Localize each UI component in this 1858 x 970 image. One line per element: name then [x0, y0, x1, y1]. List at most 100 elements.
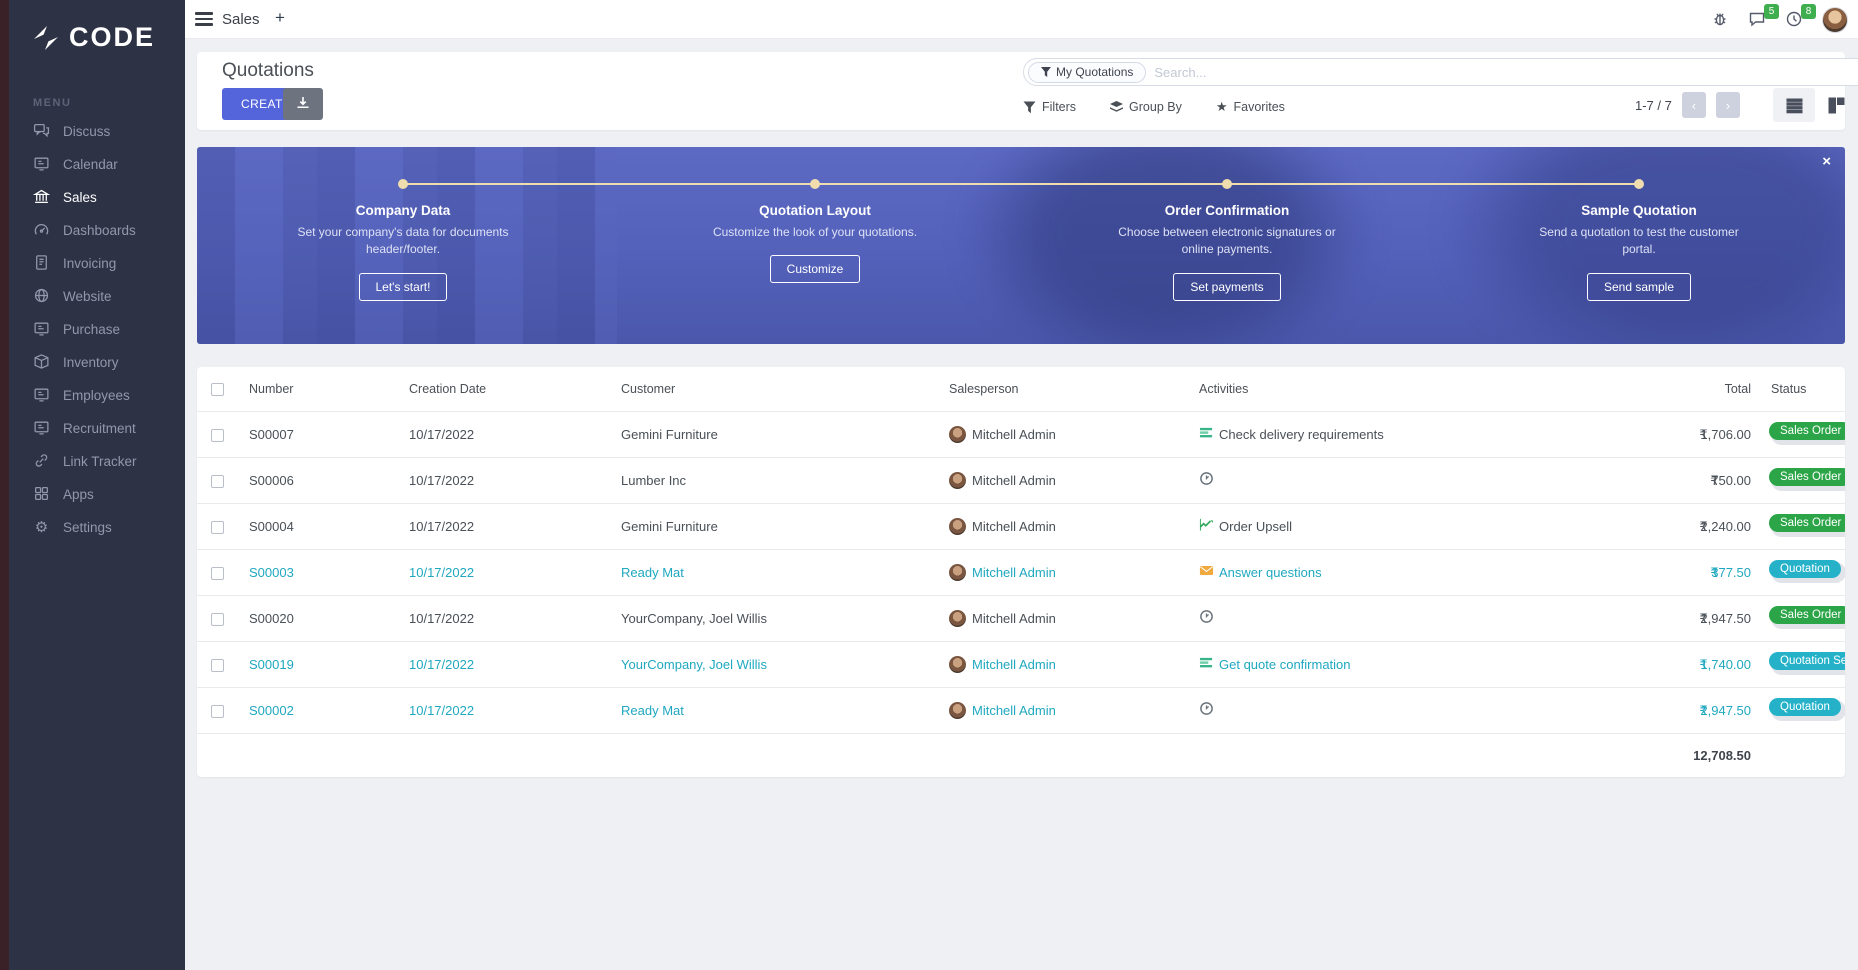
- table-row[interactable]: S00003 10/17/2022 Ready Mat Mitchell Adm…: [197, 549, 1845, 595]
- pager-next-button[interactable]: ›: [1716, 92, 1740, 118]
- cell-creation-date[interactable]: 10/17/2022: [397, 411, 609, 457]
- current-app-title[interactable]: Sales: [222, 11, 260, 28]
- new-tab-button[interactable]: +: [275, 8, 285, 28]
- sidebar-item-dashboards[interactable]: Dashboards: [9, 214, 185, 247]
- row-checkbox[interactable]: [211, 613, 224, 626]
- cell-creation-date[interactable]: 10/17/2022: [397, 687, 609, 733]
- row-checkbox[interactable]: [211, 659, 224, 672]
- column-header-salesperson[interactable]: Salesperson: [937, 367, 1187, 411]
- cell-total[interactable]: ₹377.50: [1537, 549, 1759, 595]
- list-view-button[interactable]: [1773, 88, 1815, 122]
- cell-salesperson[interactable]: Mitchell Admin: [937, 595, 1187, 641]
- table-row[interactable]: S00020 10/17/2022 YourCompany, Joel Will…: [197, 595, 1845, 641]
- search-facet-chip[interactable]: My Quotations: [1028, 62, 1146, 83]
- search-bar[interactable]: My Quotations Search... x: [1023, 58, 1858, 86]
- column-header-activities[interactable]: Activities: [1187, 367, 1537, 411]
- user-avatar[interactable]: [1822, 7, 1848, 33]
- cell-salesperson[interactable]: Mitchell Admin: [937, 457, 1187, 503]
- cell-activities[interactable]: [1187, 595, 1537, 641]
- row-checkbox[interactable]: [211, 429, 224, 442]
- table-row[interactable]: S00019 10/17/2022 YourCompany, Joel Will…: [197, 641, 1845, 687]
- sidebar-item-website[interactable]: Website: [9, 280, 185, 313]
- debug-bug-icon[interactable]: [1711, 10, 1731, 30]
- sidebar-item-inventory[interactable]: Inventory: [9, 346, 185, 379]
- groupby-button[interactable]: Group By: [1110, 100, 1182, 114]
- table-row[interactable]: S00002 10/17/2022 Ready Mat Mitchell Adm…: [197, 687, 1845, 733]
- cell-creation-date[interactable]: 10/17/2022: [397, 595, 609, 641]
- favorites-button[interactable]: ★ Favorites: [1216, 99, 1285, 115]
- cell-total[interactable]: ₹1,740.00: [1537, 641, 1759, 687]
- cell-total[interactable]: ₹750.00: [1537, 457, 1759, 503]
- activities-clock-icon[interactable]: 8: [1785, 10, 1805, 30]
- cell-total[interactable]: ₹2,240.00: [1537, 503, 1759, 549]
- step-action-button[interactable]: Send sample: [1587, 273, 1691, 301]
- cell-total[interactable]: ₹1,706.00: [1537, 411, 1759, 457]
- filters-button[interactable]: Filters: [1023, 100, 1076, 114]
- cell-customer[interactable]: YourCompany, Joel Willis: [609, 641, 937, 687]
- cell-activities[interactable]: Answer questions: [1187, 549, 1537, 595]
- select-all-checkbox[interactable]: [211, 383, 224, 396]
- menu-toggle-icon[interactable]: [195, 12, 213, 26]
- column-header-total[interactable]: Total: [1537, 367, 1759, 411]
- cell-number[interactable]: S00020: [237, 595, 397, 641]
- column-header-creation-date[interactable]: Creation Date: [397, 367, 609, 411]
- export-download-button[interactable]: [283, 88, 323, 120]
- cell-activities[interactable]: Order Upsell: [1187, 503, 1537, 549]
- sidebar-item-invoicing[interactable]: Invoicing: [9, 247, 185, 280]
- sidebar-item-sales[interactable]: Sales: [9, 181, 185, 214]
- step-action-button[interactable]: Customize: [770, 255, 861, 283]
- sidebar-item-link-tracker[interactable]: Link Tracker: [9, 445, 185, 478]
- cell-total[interactable]: ₹2,947.50: [1537, 687, 1759, 733]
- cell-creation-date[interactable]: 10/17/2022: [397, 503, 609, 549]
- pager-previous-button[interactable]: ‹: [1682, 92, 1706, 118]
- cell-customer[interactable]: Gemini Furniture: [609, 411, 937, 457]
- table-row[interactable]: S00007 10/17/2022 Gemini Furniture Mitch…: [197, 411, 1845, 457]
- cell-customer[interactable]: Gemini Furniture: [609, 503, 937, 549]
- cell-total[interactable]: ₹2,947.50: [1537, 595, 1759, 641]
- cell-customer[interactable]: Ready Mat: [609, 549, 937, 595]
- step-action-button[interactable]: Let's start!: [359, 273, 448, 301]
- sidebar-item-calendar[interactable]: Calendar: [9, 148, 185, 181]
- row-checkbox[interactable]: [211, 475, 224, 488]
- column-header-customer[interactable]: Customer: [609, 367, 937, 411]
- banner-close-icon[interactable]: ×: [1822, 153, 1831, 170]
- cell-number[interactable]: S00007: [237, 411, 397, 457]
- messages-icon[interactable]: 5: [1748, 10, 1768, 30]
- cell-customer[interactable]: Ready Mat: [609, 687, 937, 733]
- column-header-status[interactable]: Status: [1759, 367, 1845, 411]
- cell-salesperson[interactable]: Mitchell Admin: [937, 503, 1187, 549]
- row-checkbox[interactable]: [211, 521, 224, 534]
- sidebar-item-purchase[interactable]: Purchase: [9, 313, 185, 346]
- cell-number[interactable]: S00006: [237, 457, 397, 503]
- sidebar-item-settings[interactable]: ⚙ Settings: [9, 511, 185, 544]
- cell-activities[interactable]: Get quote confirmation: [1187, 641, 1537, 687]
- sidebar-item-recruitment[interactable]: Recruitment: [9, 412, 185, 445]
- cell-creation-date[interactable]: 10/17/2022: [397, 457, 609, 503]
- row-checkbox[interactable]: [211, 705, 224, 718]
- cell-creation-date[interactable]: 10/17/2022: [397, 549, 609, 595]
- column-header-number[interactable]: Number: [237, 367, 397, 411]
- cell-activities[interactable]: Check delivery requirements: [1187, 411, 1537, 457]
- sidebar-item-discuss[interactable]: Discuss: [9, 115, 185, 148]
- table-row[interactable]: S00006 10/17/2022 Lumber Inc Mitchell Ad…: [197, 457, 1845, 503]
- brand-logo[interactable]: CODE: [9, 0, 185, 53]
- cell-salesperson[interactable]: Mitchell Admin: [937, 641, 1187, 687]
- cell-number[interactable]: S00002: [237, 687, 397, 733]
- sidebar-item-employees[interactable]: Employees: [9, 379, 185, 412]
- row-checkbox[interactable]: [211, 567, 224, 580]
- cell-activities[interactable]: [1187, 457, 1537, 503]
- cell-salesperson[interactable]: Mitchell Admin: [937, 411, 1187, 457]
- cell-customer[interactable]: YourCompany, Joel Willis: [609, 595, 937, 641]
- step-action-button[interactable]: Set payments: [1173, 273, 1280, 301]
- cell-activities[interactable]: [1187, 687, 1537, 733]
- cell-salesperson[interactable]: Mitchell Admin: [937, 549, 1187, 595]
- sidebar-item-apps[interactable]: Apps: [9, 478, 185, 511]
- cell-creation-date[interactable]: 10/17/2022: [397, 641, 609, 687]
- kanban-view-button[interactable]: [1815, 88, 1857, 122]
- cell-number[interactable]: S00003: [237, 549, 397, 595]
- table-row[interactable]: S00004 10/17/2022 Gemini Furniture Mitch…: [197, 503, 1845, 549]
- cell-number[interactable]: S00019: [237, 641, 397, 687]
- cell-customer[interactable]: Lumber Inc: [609, 457, 937, 503]
- cell-salesperson[interactable]: Mitchell Admin: [937, 687, 1187, 733]
- cell-number[interactable]: S00004: [237, 503, 397, 549]
